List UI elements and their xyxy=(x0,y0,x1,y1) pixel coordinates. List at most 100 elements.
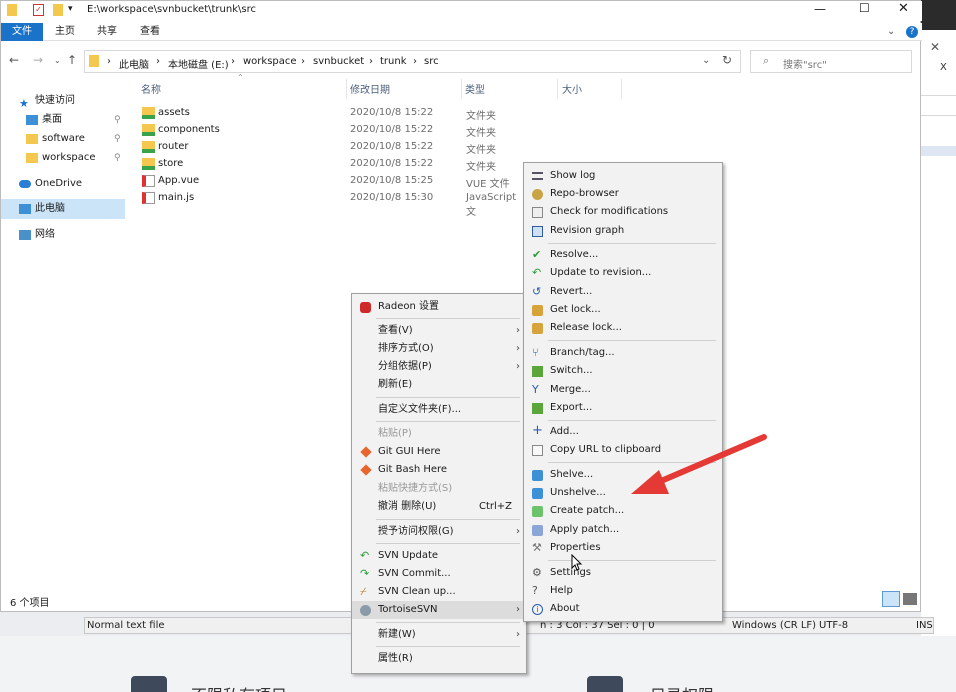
breadcrumb-sep[interactable]: › xyxy=(107,56,111,67)
table-row[interactable]: assets 2020/10/8 15:22 文件夹 xyxy=(132,105,522,122)
search-placeholder: 搜索"src" xyxy=(783,60,827,71)
recent-dropdown-icon[interactable]: ⌄ xyxy=(54,56,61,65)
breadcrumb-this-pc[interactable]: 此电脑 xyxy=(119,56,149,71)
quick-access-dropdown-icon[interactable]: ▾ xyxy=(68,4,73,14)
title-bar: ✓ ▾ E:\workspace\svnbucket\trunk\src — ☐… xyxy=(1,1,922,21)
new-folder-icon[interactable] xyxy=(53,4,63,16)
sidebar-item-software[interactable]: software ⚲ xyxy=(1,129,125,149)
breadcrumb-sep[interactable]: › xyxy=(156,56,160,67)
tab-view[interactable]: 查看 xyxy=(132,23,168,41)
svn-item-settings[interactable]: ⚙ Settings xyxy=(524,564,722,582)
menu-item-customize-folder[interactable]: 自定义文件夹(F)... xyxy=(352,401,526,419)
sidebar-item-this-pc[interactable]: 此电脑 xyxy=(1,199,125,219)
menu-item-new[interactable]: 新建(W) › xyxy=(352,626,526,644)
back-icon[interactable]: ← xyxy=(9,53,19,67)
log-icon xyxy=(532,172,543,180)
table-row[interactable]: main.js 2020/10/8 15:30 JavaScript 文 xyxy=(132,190,522,218)
svn-item-branch-tag[interactable]: ⑂ Branch/tag... xyxy=(524,344,722,362)
svn-item-export[interactable]: Export... xyxy=(524,399,722,417)
svn-item-revision-graph[interactable]: Revision graph xyxy=(524,222,722,240)
properties-icon[interactable]: ✓ xyxy=(33,4,44,16)
column-type[interactable]: 类型 xyxy=(465,81,485,96)
close-button[interactable]: ✕ xyxy=(898,1,909,16)
explorer-context-menu: Radeon 设置 查看(V) › 排序方式(O) › 分组依据(P) › 刷新… xyxy=(351,293,527,674)
maximize-button[interactable]: ☐ xyxy=(859,1,870,15)
address-dropdown-icon[interactable]: ⌄ xyxy=(702,55,710,66)
menu-item-radeon[interactable]: Radeon 设置 xyxy=(352,298,526,316)
breadcrumb-sep[interactable]: › xyxy=(301,56,305,67)
background-close-icon[interactable]: ✕ xyxy=(930,40,940,54)
pin-icon[interactable]: ⚲ xyxy=(114,129,121,149)
forward-icon[interactable]: → xyxy=(33,53,43,67)
menu-item-properties[interactable]: 属性(R) xyxy=(352,650,526,668)
svn-item-get-lock[interactable]: Get lock... xyxy=(524,301,722,319)
svn-item-revert[interactable]: ↺ Revert... xyxy=(524,283,722,301)
column-date[interactable]: 修改日期 xyxy=(350,81,390,96)
help-icon[interactable]: ? xyxy=(906,26,918,38)
svn-item-repo-browser[interactable]: Repo-browser xyxy=(524,185,722,203)
minimize-button[interactable]: — xyxy=(814,2,826,16)
menu-item-undo-delete[interactable]: 撤消 删除(U) Ctrl+Z xyxy=(352,498,526,516)
svn-item-merge[interactable]: Y Merge... xyxy=(524,381,722,399)
svn-item-about[interactable]: i About xyxy=(524,600,722,618)
sidebar-item-workspace[interactable]: workspace ⚲ xyxy=(1,148,125,168)
breadcrumb-sep[interactable]: › xyxy=(369,56,373,67)
menu-item-tortoisesvn[interactable]: TortoiseSVN › xyxy=(352,601,526,619)
menu-item-group-by[interactable]: 分组依据(P) › xyxy=(352,358,526,376)
menu-item-give-access[interactable]: 授予访问权限(G) › xyxy=(352,523,526,541)
breadcrumb-workspace[interactable]: workspace xyxy=(243,56,297,67)
breadcrumb-svnbucket[interactable]: svnbucket xyxy=(313,56,364,67)
computer-icon xyxy=(19,204,31,214)
menu-item-svn-update[interactable]: ↶ SVN Update xyxy=(352,547,526,565)
refresh-icon[interactable]: ↻ xyxy=(722,53,732,67)
menu-item-view[interactable]: 查看(V) › xyxy=(352,322,526,340)
svn-item-help[interactable]: ? Help xyxy=(524,582,722,600)
create-patch-icon xyxy=(532,506,543,517)
table-row[interactable]: App.vue 2020/10/8 15:25 VUE 文件 xyxy=(132,173,522,190)
breadcrumb-sep[interactable]: › xyxy=(413,56,417,67)
column-size[interactable]: 大小 xyxy=(562,81,582,96)
sidebar-item-network[interactable]: 网络 xyxy=(1,225,125,245)
svn-item-show-log[interactable]: Show log xyxy=(524,167,722,185)
expand-ribbon-icon[interactable]: ⌄ xyxy=(887,26,895,37)
menu-item-paste-shortcut[interactable]: 粘贴快捷方式(S) xyxy=(352,480,526,498)
up-icon[interactable]: ↑ xyxy=(67,53,77,67)
table-row[interactable]: store 2020/10/8 15:22 文件夹 xyxy=(132,156,522,173)
pin-icon[interactable]: ⚲ xyxy=(114,148,121,168)
breadcrumb-src[interactable]: src xyxy=(424,56,439,67)
breadcrumb-sep[interactable]: › xyxy=(231,56,235,67)
unlock-icon xyxy=(532,323,543,334)
menu-item-refresh[interactable]: 刷新(E) xyxy=(352,376,526,394)
menu-item-git-gui[interactable]: Git GUI Here xyxy=(352,443,526,461)
svn-item-resolve[interactable]: ✔ Resolve... xyxy=(524,246,722,264)
menu-item-git-bash[interactable]: Git Bash Here xyxy=(352,461,526,479)
table-row[interactable]: components 2020/10/8 15:22 文件夹 xyxy=(132,122,522,139)
table-row[interactable]: router 2020/10/8 15:22 文件夹 xyxy=(132,139,522,156)
sidebar-item-onedrive[interactable]: OneDrive xyxy=(1,174,125,194)
sidebar-item-quick-access[interactable]: ★ 快速访问 xyxy=(1,91,125,111)
svn-item-apply-patch[interactable]: Apply patch... xyxy=(524,521,722,539)
menu-item-sort-by[interactable]: 排序方式(O) › xyxy=(352,340,526,358)
navigation-pane: ★ 快速访问 桌面 ⚲ software ⚲ workspace ⚲ OneDr… xyxy=(1,79,127,589)
svn-item-switch[interactable]: Switch... xyxy=(524,362,722,380)
column-name[interactable]: 名称 xyxy=(141,81,161,96)
breadcrumb-drive[interactable]: 本地磁盘 (E:) xyxy=(168,56,229,71)
tab-file[interactable]: 文件 xyxy=(1,23,43,41)
tab-share[interactable]: 共享 xyxy=(89,23,125,41)
address-bar[interactable]: › 此电脑 › 本地磁盘 (E:) › workspace › svnbucke… xyxy=(84,50,741,73)
large-icons-view-icon[interactable] xyxy=(903,593,917,605)
sidebar-item-desktop[interactable]: 桌面 ⚲ xyxy=(1,110,125,130)
search-box[interactable]: ⌕ 搜索"src" xyxy=(750,50,912,73)
svn-item-create-patch[interactable]: Create patch... xyxy=(524,502,722,520)
menu-item-svn-cleanup[interactable]: ⌿ SVN Clean up... xyxy=(352,583,526,601)
svn-item-check-modifications[interactable]: Check for modifications xyxy=(524,203,722,221)
menu-item-paste[interactable]: 粘贴(P) xyxy=(352,425,526,443)
svn-item-release-lock[interactable]: Release lock... xyxy=(524,319,722,337)
pin-icon[interactable]: ⚲ xyxy=(114,110,121,130)
tab-home[interactable]: 主页 xyxy=(47,23,83,41)
svn-item-properties[interactable]: ⚒ Properties xyxy=(524,539,722,557)
menu-item-svn-commit[interactable]: ↷ SVN Commit... xyxy=(352,565,526,583)
details-view-icon[interactable] xyxy=(882,591,900,607)
svn-item-update-to-revision[interactable]: ↶ Update to revision... xyxy=(524,264,722,282)
breadcrumb-trunk[interactable]: trunk xyxy=(380,56,407,67)
